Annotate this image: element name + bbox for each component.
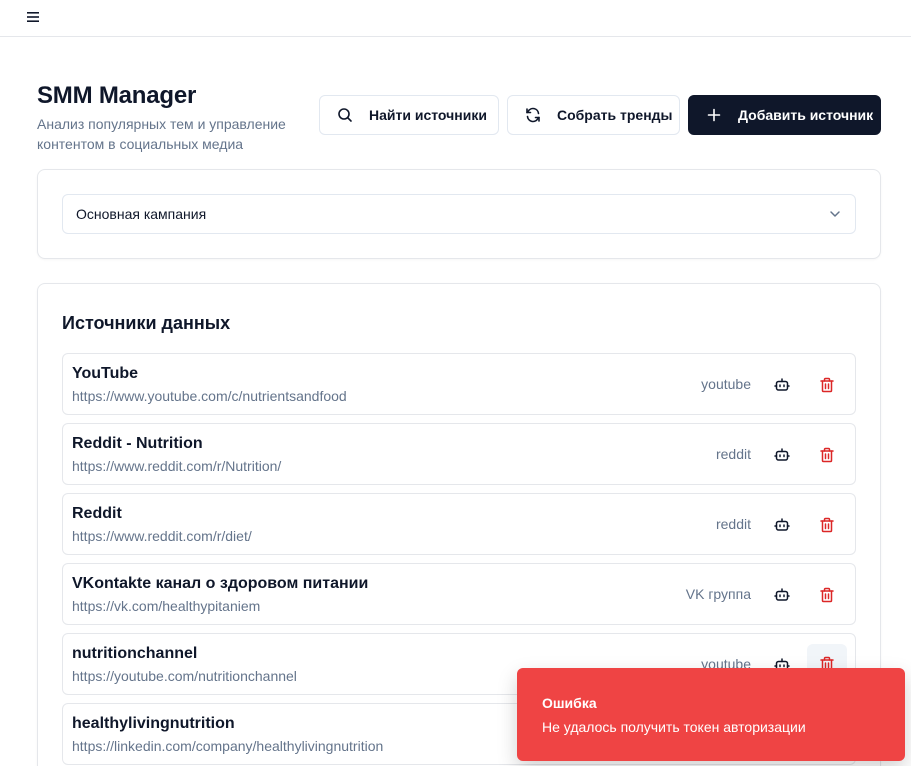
source-name: healthylivingnutrition: [72, 715, 235, 732]
plus-icon: [706, 107, 722, 123]
bot-icon: [774, 518, 790, 531]
page-subtitle: Анализ популярных тем и управление конте…: [37, 116, 286, 152]
toast-title: Ошибка: [542, 695, 597, 711]
source-name: Reddit - Nutrition: [72, 435, 203, 452]
menu-button[interactable]: [24, 8, 42, 26]
refresh-icon: [525, 107, 541, 123]
trash-icon: [820, 377, 834, 393]
source-url: https://vk.com/healthypitaniem: [72, 598, 261, 614]
find-sources-button[interactable]: Найти источники: [319, 95, 499, 135]
error-toast[interactable]: Ошибка Не удалось получить токен авториз…: [517, 668, 905, 761]
toast-message: Не удалось получить токен авторизации: [542, 719, 806, 735]
source-url: https://youtube.com/nutritionchannel: [72, 668, 297, 684]
source-type: VK группа: [685, 586, 751, 602]
collect-trends-button[interactable]: Собрать тренды: [507, 95, 680, 135]
search-icon: [337, 107, 353, 123]
source-delete-button[interactable]: [807, 508, 847, 542]
source-delete-button[interactable]: [807, 438, 847, 472]
find-sources-label: Найти источники: [369, 107, 487, 123]
source-type: youtube: [701, 376, 751, 392]
source-type: reddit: [715, 446, 751, 462]
add-source-label: Добавить источник: [738, 107, 874, 123]
source-item: Reddit https://www.reddit.com/r/diet/ re…: [62, 493, 856, 555]
source-name: VKontakte канал о здоровом питании: [72, 575, 369, 592]
source-item: VKontakte канал о здоровом питании https…: [62, 563, 856, 625]
source-url: https://www.youtube.com/c/nutrientsandfo…: [72, 388, 347, 404]
trash-icon: [820, 517, 834, 533]
top-bar: [0, 0, 911, 37]
source-name: YouTube: [72, 365, 139, 382]
trash-icon: [820, 447, 834, 463]
source-bot-button[interactable]: [765, 368, 799, 402]
source-url: https://www.reddit.com/r/diet/: [72, 528, 252, 544]
source-url: https://linkedin.com/company/healthylivi…: [72, 738, 384, 754]
campaign-select-value: Основная кампания: [76, 206, 207, 222]
source-bot-button[interactable]: [765, 578, 799, 612]
campaign-select[interactable]: Основная кампания: [62, 194, 856, 234]
source-url: https://www.reddit.com/r/Nutrition/: [72, 458, 282, 474]
source-name: nutritionchannel: [72, 645, 198, 662]
campaign-card: Основная кампания: [37, 169, 881, 259]
collect-trends-label: Собрать тренды: [557, 107, 673, 123]
menu-icon: [27, 12, 39, 22]
chevron-down-icon: [830, 211, 840, 217]
sources-title: Источники данных: [62, 313, 231, 333]
bot-icon: [774, 378, 790, 391]
trash-icon: [820, 587, 834, 603]
source-bot-button[interactable]: [765, 508, 799, 542]
source-type: reddit: [715, 516, 751, 532]
page-title: SMM Manager: [37, 82, 197, 109]
source-delete-button[interactable]: [807, 368, 847, 402]
bot-icon: [774, 448, 790, 461]
source-bot-button[interactable]: [765, 438, 799, 472]
source-delete-button[interactable]: [807, 578, 847, 612]
bot-icon: [774, 588, 790, 601]
source-item: YouTube https://www.youtube.com/c/nutrie…: [62, 353, 856, 415]
source-item: Reddit - Nutrition https://www.reddit.co…: [62, 423, 856, 485]
source-name: Reddit: [72, 505, 122, 522]
add-source-button[interactable]: Добавить источник: [688, 95, 881, 135]
